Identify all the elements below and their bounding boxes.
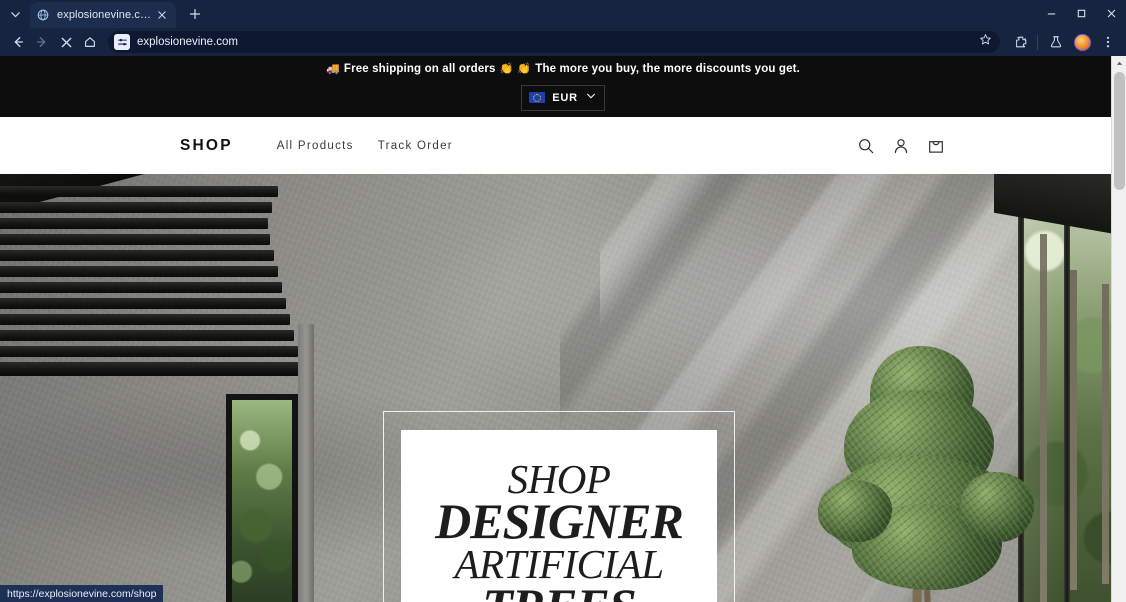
announcement-bar: 🚚 Free shipping on all orders 👏 👏 The mo…	[0, 56, 1126, 117]
tune-sliders-icon[interactable]	[114, 34, 130, 50]
hero-card: SHOP DESIGNER ARTIFICIAL TREES DISCOVER …	[401, 430, 717, 602]
globe-icon	[36, 8, 50, 22]
hero-section: SHOP DESIGNER ARTIFICIAL TREES DISCOVER …	[0, 174, 1126, 602]
labs-flask-icon[interactable]	[1044, 30, 1068, 54]
scroll-up-arrow-icon[interactable]	[1112, 56, 1126, 71]
profile-avatar-icon[interactable]	[1070, 30, 1094, 54]
hero-heading: SHOP DESIGNER ARTIFICIAL TREES	[435, 458, 684, 602]
ceiling-slats	[0, 174, 310, 378]
tab-title: explosionevine.com	[57, 9, 154, 21]
truck-icon: 🚚	[326, 63, 340, 76]
currency-selector[interactable]: EUR	[521, 84, 605, 111]
site-logo[interactable]: SHOP	[180, 137, 233, 155]
account-person-icon[interactable]	[891, 136, 911, 156]
address-bar-url: explosionevine.com	[137, 36, 239, 48]
browser-window: explosionevine.com explosionevine.com 🚚 …	[0, 0, 1126, 602]
maximize-button[interactable]	[1066, 0, 1096, 26]
announcement-text-1: Free shipping on all orders	[343, 63, 496, 75]
chevron-down-icon	[585, 89, 597, 107]
minimize-button[interactable]	[1036, 0, 1066, 26]
browser-toolbar: explosionevine.com	[0, 28, 1126, 56]
more-menu-icon[interactable]	[1096, 30, 1120, 54]
main-navigation: All Products Track Order	[277, 140, 453, 152]
page-scrollbar[interactable]	[1111, 56, 1126, 602]
scrollbar-thumb[interactable]	[1114, 72, 1125, 190]
nav-link-all-products[interactable]: All Products	[277, 140, 354, 152]
close-icon[interactable]	[154, 7, 170, 23]
home-icon[interactable]	[78, 30, 102, 54]
currency-value: EUR	[552, 91, 578, 104]
tab-strip: explosionevine.com	[0, 0, 1126, 28]
clap-icon-1: 👏	[499, 63, 514, 76]
announcement-text: 🚚 Free shipping on all orders 👏 👏 The mo…	[326, 63, 800, 76]
back-arrow-icon[interactable]	[6, 30, 30, 54]
page-viewport: 🚚 Free shipping on all orders 👏 👏 The mo…	[0, 56, 1126, 602]
exterior-window-right	[1018, 174, 1126, 602]
shopping-bag-icon[interactable]	[926, 136, 946, 156]
address-bar[interactable]: explosionevine.com	[108, 31, 1000, 53]
browser-tab[interactable]: explosionevine.com	[30, 2, 176, 28]
forward-arrow-icon	[30, 30, 54, 54]
nav-link-track-order[interactable]: Track Order	[378, 140, 453, 152]
stop-loading-icon[interactable]	[54, 30, 78, 54]
extensions-puzzle-icon[interactable]	[1009, 30, 1033, 54]
clap-icon-2: 👏	[517, 63, 532, 76]
announcement-text-2: The more you buy, the more discounts you…	[535, 63, 800, 75]
star-icon[interactable]	[979, 33, 992, 51]
tab-search-icon[interactable]	[2, 1, 28, 27]
eu-flag-icon	[529, 92, 546, 103]
new-tab-button[interactable]	[182, 1, 208, 27]
toolbar-divider	[1037, 34, 1038, 50]
interior-window-left	[226, 394, 298, 602]
window-controls	[1036, 0, 1126, 28]
artificial-tree	[818, 346, 1034, 602]
hero-heading-line-2: DESIGNER	[435, 493, 684, 550]
search-icon[interactable]	[856, 136, 876, 156]
close-window-button[interactable]	[1096, 0, 1126, 26]
status-bubble: https://explosionevine.com/shop	[0, 585, 164, 602]
header-actions	[856, 136, 946, 156]
site-header: SHOP All Products Track Order	[0, 117, 1126, 174]
